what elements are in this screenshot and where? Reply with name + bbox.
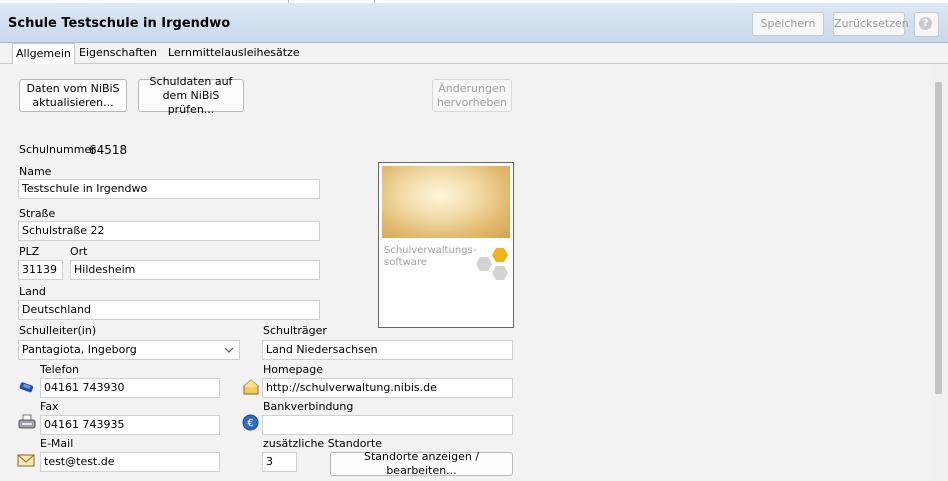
save-button[interactable]: Speichern [752, 12, 824, 36]
hexagon-icon [476, 257, 492, 271]
update-from-nibis-button[interactable]: Daten vom NiBiS aktualisieren... [19, 79, 127, 112]
help-button[interactable]: ? [914, 12, 939, 37]
ort-label: Ort [70, 245, 88, 258]
page-title: Schule Testschule in Irgendwo [8, 16, 231, 31]
hexagon-icon [492, 248, 508, 262]
schultraeger-field[interactable]: Land Niedersachsen [262, 340, 513, 360]
homepage-label: Homepage [263, 363, 323, 376]
name-field[interactable]: Testschule in Irgendwo [18, 179, 320, 199]
standorte-label: zusätzliche Standorte [263, 437, 383, 450]
logo-photo [382, 166, 510, 238]
schulleiter-label: Schulleiter(in) [19, 324, 97, 337]
standorte-edit-button[interactable]: Standorte anzeigen / bearbeiten... [330, 450, 513, 477]
tab-eigenschaften[interactable]: Eigenschaften 2 [76, 43, 160, 79]
mail-icon [17, 454, 35, 467]
land-field[interactable]: Deutschland [18, 300, 320, 320]
bank-field[interactable] [262, 415, 513, 435]
schultraeger-label: Schulträger [263, 324, 327, 337]
fax-icon [18, 414, 36, 429]
plz-label: PLZ [19, 245, 40, 258]
chevron-down-icon [224, 347, 234, 353]
email-field[interactable]: test@test.de [40, 452, 220, 472]
schulleiter-value: Pantagiota, Ingeborg [22, 343, 137, 356]
home-icon [243, 379, 259, 395]
scrollbar-thumb[interactable] [935, 82, 942, 394]
fax-label: Fax [40, 400, 59, 413]
check-on-nibis-button[interactable]: Schuldaten auf dem NiBiS prüfen... [138, 75, 244, 116]
strasse-field[interactable]: Schulstraße 22 [18, 221, 320, 241]
telefon-label: Telefon [40, 363, 80, 376]
schulleiter-select[interactable]: Pantagiota, Ingeborg [18, 340, 240, 360]
homepage-field[interactable]: http://schulverwaltung.nibis.de [262, 378, 513, 398]
software-logo: Schulverwaltungs-software [378, 162, 514, 328]
tab-allgemein[interactable]: Allgemein 1 [12, 43, 75, 80]
fax-field[interactable]: 04161 743935 [40, 415, 220, 435]
name-label: Name [19, 165, 52, 178]
tab-lernmittelausleihesaetze[interactable]: Lernmittelausleihesätze 3 [165, 43, 303, 79]
email-label: E-Mail [40, 437, 74, 450]
telefon-field[interactable]: 04161 743930 [40, 378, 220, 398]
reset-button[interactable]: Zurücksetzen [833, 12, 909, 36]
highlight-changes-button[interactable]: Änderungen hervorheben [432, 79, 512, 112]
phone-icon [19, 382, 34, 393]
schulnummer-label: Schulnummer [19, 143, 96, 156]
svg-text:€: € [247, 418, 253, 429]
bank-label: Bankverbindung [263, 400, 354, 413]
euro-coin-icon: € [242, 414, 259, 431]
title-bar: Schule Testschule in Irgendwo Speichern … [0, 3, 948, 43]
ort-field[interactable]: Hildesheim [70, 260, 320, 280]
logo-text: Schulverwaltungs-software [384, 245, 477, 268]
plz-field[interactable]: 31139 [18, 260, 63, 280]
schulnummer-value: 64518 [89, 143, 128, 157]
hexagon-icon [492, 266, 508, 280]
land-label: Land [19, 285, 46, 298]
help-icon: ? [919, 17, 932, 30]
standorte-count-field[interactable]: 3 [262, 452, 297, 472]
strasse-label: Straße [19, 207, 56, 220]
